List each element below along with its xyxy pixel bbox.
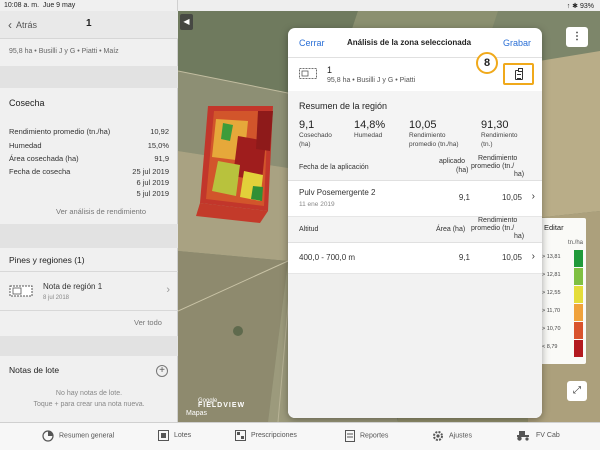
legend-row: > 11,70 [542,304,584,321]
tab-fields[interactable]: Lotes [158,430,191,444]
chevron-right-icon: › [531,251,535,262]
region-note-icon [9,285,33,297]
field-detail-panel: ‹ Atrás 1 95,8 ha • Busilli J y G • Piatt… [0,0,178,422]
reports-icon [345,430,355,442]
legend-unit: tn./ha [567,240,583,246]
bottom-tab-bar: Resumen general Lotes Prescripciones Rep… [0,422,600,450]
apple-maps-attribution: Mapas [186,410,208,417]
empty-notes-hint: Toque + para crear una nota nueva. [33,401,145,408]
summary-title: Resumen de la región [299,101,388,111]
section-spacer [0,66,178,88]
section-spacer [0,224,178,248]
tab-prescriptions[interactable]: Prescripciones [235,430,297,444]
more-options-button[interactable]: ⋮ [566,27,588,47]
back-button[interactable]: ‹ Atrás [8,18,37,32]
tab-settings[interactable]: Ajustes [432,430,472,444]
yield-legend: Editar tn./ha > 13,81 > 12,81 > 12,55 > … [540,218,586,364]
harvest-row-moisture: Humedad 15,0% [9,141,169,150]
modal-empty-area [288,274,542,418]
fieldview-logo: FIELDVIEW [198,402,246,409]
altitude-row[interactable]: 400,0 - 700,0 m 9,1 10,05 › [288,243,542,274]
harvest-row-avg-yield: Rendimiento promedio (tn./ha) 10,92 [9,127,169,136]
note-title: Nota de región 1 [43,282,103,291]
field-boundary-icon [299,68,317,79]
legend-row: > 13,81 [542,250,584,267]
modal-header: Cerrar Análisis de la zona seleccionada … [288,28,542,58]
modal-title: Análisis de la zona seleccionada [347,38,472,47]
field-number: 1 [327,65,333,75]
tab-reports[interactable]: Reportes [345,430,388,444]
empty-notes-text: No hay notas de lote. [55,390,123,397]
divider [0,310,178,311]
application-table-header: Fecha de la aplicación aplicado (ha) Ren… [288,155,542,181]
legend-row: > 12,55 [542,286,584,303]
clipboard-icon [515,68,523,80]
divider [0,271,178,272]
harvest-row-area: Área cosechada (ha) 91,9 [9,154,169,163]
stat-avg-yield: 10,05 Rendimiento promedio (tn./ha) [409,119,459,148]
chevron-right-icon: › [531,191,535,202]
status-time: 10:08 a. m. Jue 9 may [4,2,76,9]
field-info: 95,8 ha • Busilli J y G • Piatti [327,77,416,84]
collapse-panel-button[interactable]: ◀ [180,14,193,30]
harvest-row-date: Fecha de cosecha 25 jul 2019 [9,167,169,176]
field-info: 95,8 ha • Busilli J y G • Piatti • Maíz [9,48,119,55]
note-row[interactable]: Nota de región 1 8 jul 2018 › [0,273,178,309]
tab-overview[interactable]: Resumen general [42,430,114,444]
lot-notes-title: Notas de lote [9,365,60,375]
nav-bar: ‹ Atrás 1 [0,11,178,39]
section-spacer [0,336,178,356]
legend-row: > 10,70 [542,322,584,339]
add-note-button[interactable]: + [156,365,168,377]
stat-moisture: 14,8% Humedad [354,119,386,139]
app-root: 10:08 a. m. Jue 9 may ↑ ✱ 93% ‹ Atrás 1 9… [0,0,600,450]
save-button[interactable]: Grabar [503,38,531,48]
chevron-left-icon: ‹ [8,18,12,32]
legend-row: > 12,81 [542,268,584,285]
legend-row: < 8,79 [542,340,584,357]
tab-fv-cab[interactable]: FV Cab [515,430,560,444]
view-yield-analysis-link[interactable]: Ver análisis de rendimiento [56,207,146,216]
stat-harvested: 9,1 Cosechado (ha) [299,119,332,148]
prescriptions-icon [235,430,246,441]
tractor-icon [517,431,529,441]
legend-edit-button[interactable]: Editar [544,223,564,232]
stat-total-yield: 91,30 Rendimiento (tn.) [481,119,518,148]
pins-title: Pines y regiones (1) [9,255,85,265]
view-all-link[interactable]: Ver todo [134,318,162,327]
status-indicators: ↑ ✱ 93% [566,3,594,10]
overview-icon [42,430,54,442]
note-date: 8 jul 2018 [43,295,70,301]
status-bar: 10:08 a. m. Jue 9 may ↑ ✱ 93% [0,0,600,11]
harvest-title: Cosecha [9,98,45,108]
fields-icon [158,430,169,441]
report-button[interactable] [503,63,534,85]
page-title: 1 [86,18,92,29]
callout-badge: 8 [476,52,498,74]
application-row[interactable]: Pulv Posemergente 2 11 ene 2019 9,1 10,0… [288,181,542,217]
altitude-table-header: Altitud Área (ha) Rendimiento promedio (… [288,217,542,243]
expand-map-icon[interactable]: ⤢ [567,381,587,401]
chevron-right-icon: › [166,284,170,296]
zone-analysis-modal: Cerrar Análisis de la zona seleccionada … [288,28,542,418]
settings-gear-icon [433,431,443,441]
close-button[interactable]: Cerrar [299,38,325,48]
